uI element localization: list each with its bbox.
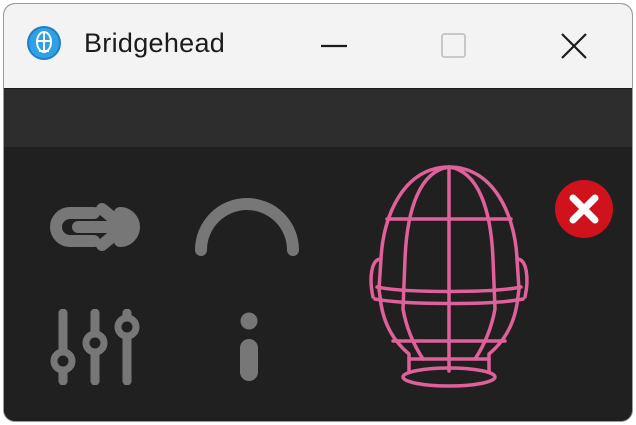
wireframe-head-icon	[369, 164, 529, 388]
close-button[interactable]	[514, 4, 632, 88]
arc-gauge-icon	[194, 197, 299, 256]
toolbar	[4, 89, 632, 147]
error-badge[interactable]	[552, 177, 616, 241]
error-icon	[555, 180, 613, 238]
maximize-icon	[441, 33, 466, 58]
window-title: Bridgehead	[84, 28, 226, 58]
title-bar[interactable]: Bridgehead	[4, 4, 632, 89]
main-panel	[4, 147, 632, 421]
minimize-button[interactable]	[274, 4, 394, 88]
app-globe-icon	[27, 26, 61, 60]
head-preview	[364, 157, 534, 392]
gauge-button[interactable]	[184, 192, 309, 257]
minimize-icon	[321, 44, 347, 48]
sliders-icon	[50, 309, 139, 385]
close-icon	[561, 33, 587, 59]
link-icon	[50, 203, 140, 251]
app-window: Bridgehead	[3, 3, 633, 422]
maximize-button[interactable]	[394, 4, 514, 88]
info-button[interactable]	[224, 307, 274, 387]
info-icon	[240, 312, 258, 381]
equalizer-button[interactable]	[42, 307, 147, 387]
link-button[interactable]	[34, 197, 154, 257]
